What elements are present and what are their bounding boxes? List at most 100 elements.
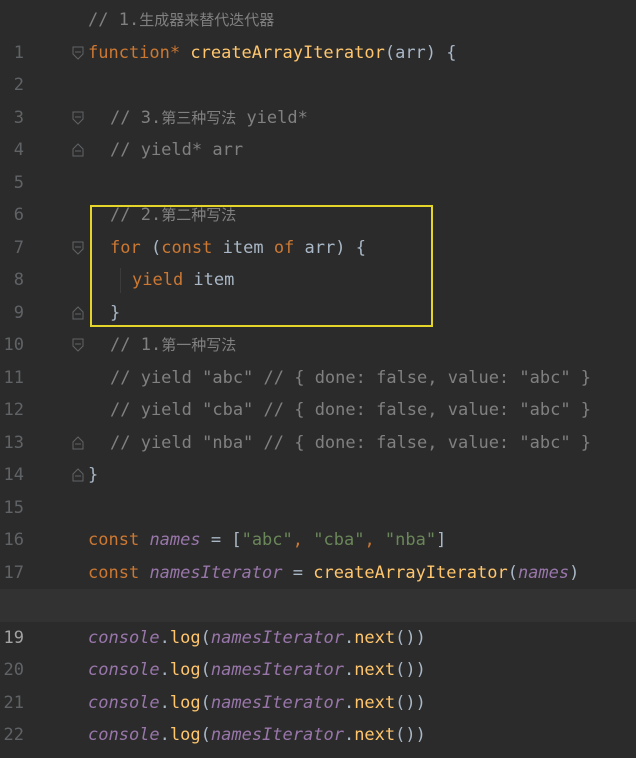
method-name: next [354,660,396,680]
fold-open-icon[interactable] [72,338,84,352]
indent-guide [120,268,121,293]
code-text: // 1.生成器来替代迭代器 [88,4,274,37]
code-punct: (arr) { [384,42,457,63]
code-line-4[interactable]: 4 // 3.第三种写法 yield* [0,102,636,161]
code-punct: = [ [200,530,242,550]
function-name: createArrayIterator [313,562,508,583]
code-punct: , [292,530,314,550]
code-punct: . [159,692,170,713]
fold-open-icon[interactable] [72,241,84,255]
code-line-19-current[interactable]: 19 [0,589,636,648]
fold-open-icon[interactable] [72,111,84,125]
code-line-9[interactable]: 9 yield item [0,264,636,323]
code-line-18[interactable]: 18 const namesIterator = createArrayIter… [0,557,636,616]
code-line-7[interactable]: 7 // 2.第二种写法 [0,199,636,258]
code-line-3[interactable]: 3 [0,69,636,128]
code-text: console.log(namesIterator.next()) [88,622,426,655]
code-punct: arr) { [294,237,366,258]
string: "cba" [313,530,365,550]
keyword: const [161,237,213,258]
console-object: console [88,627,160,648]
variable: namesIterator [149,562,283,583]
method-name: log [169,692,201,713]
code-punct: . [159,725,170,745]
code-text: console.log(namesIterator.next()) [88,687,426,720]
code-line-5[interactable]: 5 // yield* arr [0,134,636,193]
comment: // 3. [110,107,162,128]
code-line-17[interactable]: 17 const names = ["abc", "cba", "nba"] [0,524,636,583]
variable: namesIterator [210,692,344,713]
function-name: createArrayIterator [190,42,385,63]
string: "nba" [384,530,437,550]
code-text: for (const item of arr) { [110,232,366,265]
fold-end-icon[interactable] [72,435,84,450]
code-text: // yield "abc" // { done: false, value: … [110,362,591,395]
keyword: * [169,42,191,63]
code-punct: . [159,660,170,680]
code-line-15[interactable]: 15 } [0,459,636,518]
code-punct: ()) [395,627,426,648]
code-punct: . [343,692,355,713]
keyword: for [110,237,141,258]
method-name: next [354,627,396,648]
code-line-2[interactable]: 2 function* createArrayIterator(arr) { [0,37,636,96]
fold-end-icon[interactable] [72,305,84,320]
comment: // 1. [110,335,162,355]
code-punct: . [343,627,355,648]
code-line-13[interactable]: 13 // yield "cba" // { done: false, valu… [0,394,636,453]
code-line-10[interactable]: 10 } [0,297,636,356]
keyword: yield [132,270,184,290]
code-text: } [88,459,98,492]
code-punct: ) [569,562,580,583]
code-line-20[interactable]: 20 console.log(namesIterator.next()) [0,622,636,681]
code-text: // yield* arr [110,134,243,167]
comment: // 1. [88,10,140,30]
code-line-1[interactable]: 1 // 1.生成器来替代迭代器 [0,4,636,63]
keyword: const [88,562,140,583]
code-editor[interactable]: 1 // 1.生成器来替代迭代器 2 function* createArray… [0,0,636,758]
comment: 第一种写法 [161,336,237,354]
fold-open-icon[interactable] [72,46,84,60]
code-line-21[interactable]: 21 console.log(namesIterator.next()) [0,654,636,713]
keyword: of [273,237,295,258]
code-punct: ()) [395,692,426,713]
variable: names [149,530,201,550]
code-line-11[interactable]: 11 // 1.第一种写法 [0,329,636,388]
code-punct: ( [200,692,211,713]
code-text: // 1.第一种写法 [110,329,236,362]
method-name: log [169,627,201,648]
keyword: function [88,42,170,63]
variable: namesIterator [210,660,344,680]
code-line-14[interactable]: 14 // yield "nba" // { done: false, valu… [0,427,636,486]
code-line-12[interactable]: 12 // yield "abc" // { done: false, valu… [0,362,636,421]
code-punct: ( [200,660,211,680]
code-line-23[interactable]: 23 console.log(namesIterator.next()) [0,719,636,758]
code-text: // 3.第三种写法 yield* [110,102,308,135]
code-text: const names = ["abc", "cba", "nba"] [88,524,446,557]
identifier: item [212,237,274,258]
comment: // yield "nba" // { done: false, value: … [110,432,592,453]
code-punct: ()) [395,725,426,745]
code-line-8[interactable]: 8 for (const item of arr) { [0,232,636,291]
code-text: console.log(namesIterator.next()) [88,654,426,687]
comment: // yield* arr [110,140,244,160]
code-punct: . [343,660,355,680]
line-number: 23 [0,752,24,758]
comment: // yield "abc" // { done: false, value: … [110,367,592,388]
code-line-22[interactable]: 22 console.log(namesIterator.next()) [0,687,636,746]
comment: // yield "cba" // { done: false, value: … [110,400,592,420]
code-text: // 2.第二种写法 [110,199,236,232]
string: "abc" [241,530,293,550]
comment: // 2. [110,205,162,225]
fold-end-icon[interactable] [72,143,84,157]
code-punct: ()) [395,660,426,680]
code-text: } [110,297,120,330]
code-punct: . [159,627,170,648]
console-object: console [88,660,160,680]
code-punct: , [364,530,385,550]
code-line-6[interactable]: 6 [0,167,636,225]
code-punct: ( [507,562,518,583]
keyword: const [88,530,140,550]
code-line-16[interactable]: 16 [0,492,636,550]
fold-end-icon[interactable] [72,468,84,482]
